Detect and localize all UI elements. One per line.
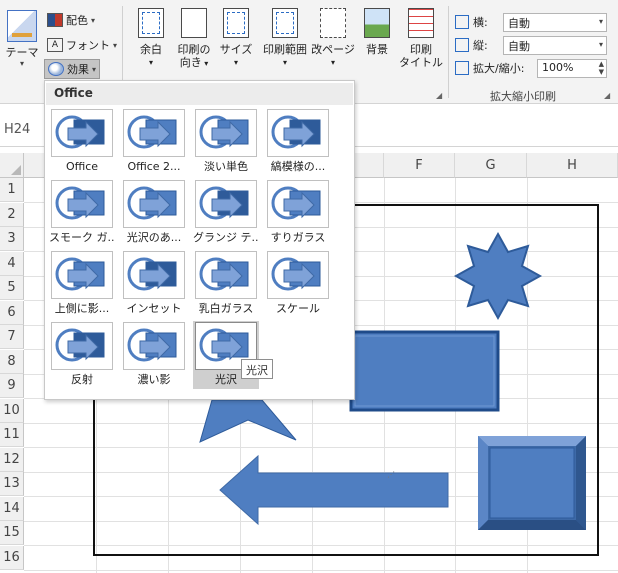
effect-preview [267,180,329,228]
effect-preview [123,251,185,299]
effect-option[interactable]: 反射 [49,321,115,389]
rectangle-shape[interactable] [349,330,500,412]
effect-option[interactable]: 淡い単色 [193,108,259,176]
effect-option-label: 光沢のあ... [126,231,182,244]
effect-preview [51,322,113,370]
effect-option[interactable]: 濃い影 [121,321,187,389]
effect-preview [51,109,113,157]
left-arrow-shape[interactable] [219,454,449,526]
effect-preview [51,180,113,228]
effect-option-label: Office [65,160,99,173]
effect-option[interactable]: スケール [265,250,331,318]
effect-preview [195,109,257,157]
effect-preview [195,251,257,299]
effect-option-label: グランジ テ... [193,231,259,244]
effect-option[interactable]: 乳白ガラス [193,250,259,318]
effects-gallery: Office Office Office 2... 淡い単色 縞模様の... スモーク … [44,80,395,479]
effect-preview [267,109,329,157]
effect-preview [123,180,185,228]
effect-option-label: 乳白ガラス [198,302,254,315]
effect-option-label: 縞模様の... [270,160,326,173]
effect-preview [195,180,257,228]
effect-option-label: スケール [276,302,320,315]
effect-option-label: 上側に影... [54,302,110,315]
effect-option-label: スモーク ガ... [49,231,115,244]
effect-option[interactable]: スモーク ガ... [49,179,115,247]
tooltip: 光沢 [241,359,273,379]
resize-grip-icon[interactable]: ⋰ [387,470,395,479]
effect-option[interactable]: Office 2... [121,108,187,176]
effect-option-label: 濃い影 [137,373,171,386]
effect-preview [51,251,113,299]
effect-option-label: 反射 [71,373,93,386]
beveled-square-shape[interactable] [478,436,586,530]
effect-option-label: 淡い単色 [204,160,248,173]
effect-option-label: Office 2... [127,160,181,173]
effect-option[interactable]: インセット [121,250,187,318]
effect-preview [267,251,329,299]
effect-option-label: インセット [126,302,182,315]
effect-option[interactable]: 縞模様の... [265,108,331,176]
effect-preview [123,109,185,157]
gallery-title: Office [46,83,353,105]
partial-star-shape[interactable] [199,399,297,443]
effect-option[interactable]: グランジ テ... [193,179,259,247]
star-shape[interactable] [453,231,543,321]
effect-preview [123,322,185,370]
effect-option[interactable]: 光沢のあ... [121,179,187,247]
effect-option[interactable]: すりガラス [265,179,331,247]
effect-option[interactable]: Office [49,108,115,176]
effect-option[interactable]: 上側に影... [49,250,115,318]
effect-option-label: すりガラス [270,231,326,244]
